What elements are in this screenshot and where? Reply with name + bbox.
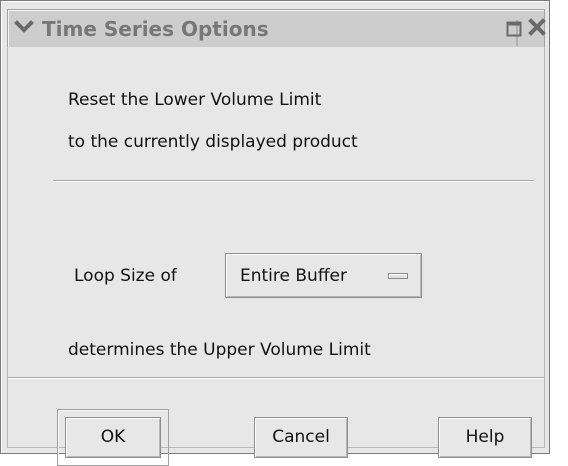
window-title: Time Series Options [42, 17, 269, 41]
dialog-window: Time Series Options Reset the Lower Volu… [0, 0, 550, 466]
close-icon[interactable] [528, 18, 546, 36]
loop-size-label: Loop Size of [74, 266, 177, 286]
message-line-1: Reset the Lower Volume Limit [68, 90, 322, 110]
dropdown-selected-value: Entire Buffer [240, 266, 347, 286]
button-bar-divider [8, 377, 544, 378]
title-bar[interactable]: Time Series Options [7, 9, 546, 49]
window-maximize-icon[interactable] [506, 21, 522, 37]
loop-size-dropdown[interactable]: Entire Buffer [225, 253, 422, 298]
message-line-2: to the currently displayed product [68, 132, 358, 152]
cancel-button[interactable]: Cancel [254, 417, 348, 458]
help-button[interactable]: Help [438, 417, 532, 458]
window-bottom-edge [7, 453, 29, 454]
dialog-content: Reset the Lower Volume Limit to the curr… [7, 47, 545, 466]
chevron-down-icon[interactable] [14, 17, 34, 37]
upper-limit-text: determines the Upper Volume Limit [68, 340, 371, 360]
section-divider [53, 180, 534, 181]
ok-button[interactable]: OK [65, 417, 161, 458]
dropdown-indicator-icon [388, 273, 408, 279]
